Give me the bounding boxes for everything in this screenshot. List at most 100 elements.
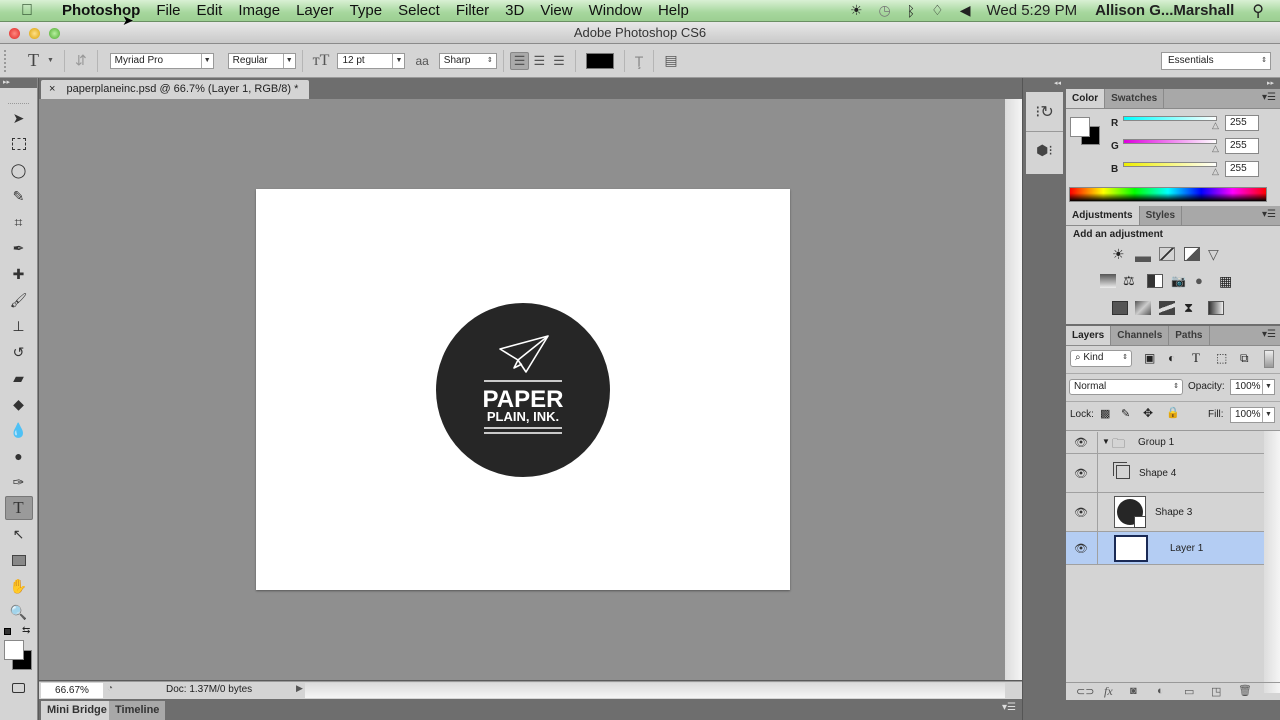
foreground-color-swatch[interactable] — [4, 640, 24, 660]
brightness-status-icon[interactable]: ☀ — [842, 2, 871, 19]
wifi-icon[interactable]: ♢ — [923, 2, 952, 19]
horizontal-scrollbar[interactable] — [305, 683, 1005, 698]
tab-swatches[interactable]: Swatches — [1105, 89, 1165, 108]
delete-layer-icon[interactable]: 🗑 — [1238, 684, 1252, 697]
align-right-button[interactable]: ☰ — [549, 53, 569, 69]
type-tool-preset-icon[interactable]: T — [24, 50, 43, 71]
link-layers-icon[interactable]: ⊂⊃ — [1076, 685, 1094, 698]
filter-smart-object-icon[interactable]: ⧉ — [1240, 351, 1249, 366]
healing-brush-tool-icon[interactable]: ✚ — [5, 262, 33, 286]
swap-colors-icon[interactable]: ⇆ — [22, 625, 30, 636]
time-machine-icon[interactable]: ◷ — [871, 2, 899, 19]
blend-mode-select[interactable]: Normal ⇕ — [1069, 379, 1183, 395]
menu-image[interactable]: Image — [230, 2, 288, 19]
color-spectrum-ramp[interactable] — [1069, 187, 1267, 202]
layer-row-layer-1[interactable]: 👁 Layer 1 — [1066, 532, 1264, 565]
layer-style-fx-icon[interactable]: fx — [1104, 684, 1113, 699]
layer-row-shape-3[interactable]: 👁 Shape 3 — [1066, 493, 1264, 532]
new-adjustment-layer-icon[interactable]: ◐ — [1157, 685, 1164, 697]
exposure-icon[interactable] — [1184, 247, 1200, 261]
panel-menu-icon[interactable]: ▾☰ — [1262, 329, 1276, 340]
new-group-icon[interactable]: ▭ — [1184, 685, 1194, 698]
layer-row-group-1[interactable]: 👁 ▼ 🗀 Group 1 — [1066, 432, 1264, 454]
filter-type-icon[interactable]: T — [1192, 350, 1200, 366]
slider-handle-icon[interactable]: △ — [1212, 120, 1219, 131]
blur-tool-icon[interactable]: 💧 — [5, 418, 33, 442]
layer-row-shape-4[interactable]: 👁 Shape 4 — [1066, 454, 1264, 493]
tab-timeline[interactable]: Timeline — [109, 701, 166, 720]
quick-selection-tool-icon[interactable]: ✎ — [5, 184, 33, 208]
align-left-button[interactable]: ☰ — [509, 51, 530, 70]
channel-b-value[interactable]: 255 — [1225, 161, 1259, 177]
brush-tool-icon[interactable]: 🖌 — [5, 288, 33, 312]
history-panel-icon[interactable]: ⁝↻ — [1026, 92, 1063, 132]
foreground-color-chip[interactable] — [1070, 117, 1090, 137]
lasso-tool-icon[interactable]: ◯ — [5, 158, 33, 182]
toolbox-grip[interactable] — [8, 88, 29, 104]
posterize-icon[interactable] — [1135, 301, 1151, 315]
lock-position-icon[interactable]: ✥ — [1143, 406, 1153, 420]
path-selection-tool-icon[interactable]: ↖ — [5, 522, 33, 546]
slider-handle-icon[interactable]: △ — [1212, 166, 1219, 177]
close-document-icon[interactable]: × — [49, 83, 55, 95]
document-tab[interactable]: × paperplaneinc.psd @ 66.7% (Layer 1, RG… — [41, 80, 309, 99]
vibrance-icon[interactable]: ▽ — [1208, 247, 1224, 261]
selective-color-icon[interactable] — [1208, 301, 1224, 315]
close-window-button[interactable] — [9, 28, 20, 39]
opacity-field[interactable]: 100% ▼ — [1230, 379, 1275, 395]
default-colors-icon[interactable] — [4, 628, 11, 635]
filter-pixel-icon[interactable]: ▣ — [1144, 351, 1155, 365]
spotlight-search-icon[interactable]: ⚲ — [1244, 1, 1280, 21]
channel-mixer-icon[interactable]: ● — [1195, 274, 1211, 288]
visibility-eye-icon[interactable]: 👁 — [1074, 506, 1088, 519]
eraser-tool-icon[interactable]: ▰ — [5, 366, 33, 390]
document-canvas[interactable]: PAPER PLAIN, INK. — [256, 189, 790, 590]
tab-mini-bridge[interactable]: Mini Bridge — [41, 701, 113, 720]
user-name[interactable]: Allison G...Marshall — [1085, 2, 1244, 19]
channel-g-slider[interactable] — [1123, 139, 1217, 144]
expand-panels-icon[interactable]: ▸▸ — [1267, 79, 1274, 87]
zoom-tool-icon[interactable]: 🔍 — [5, 600, 33, 624]
channel-r-slider[interactable] — [1123, 116, 1217, 121]
marquee-tool-icon[interactable] — [5, 132, 33, 156]
minimize-window-button[interactable] — [29, 28, 40, 39]
status-menu-arrow-icon[interactable]: ▶ — [296, 683, 303, 694]
options-grip[interactable] — [4, 49, 10, 72]
channel-g-value[interactable]: 255 — [1225, 138, 1259, 154]
black-white-icon[interactable] — [1147, 274, 1163, 288]
panel-menu-icon[interactable]: ▾☰ — [1262, 92, 1276, 103]
invert-icon[interactable] — [1112, 301, 1128, 315]
menu-view[interactable]: View — [532, 2, 580, 19]
text-color-swatch[interactable] — [585, 52, 614, 69]
zoom-window-button[interactable] — [49, 28, 60, 39]
quick-mask-icon[interactable] — [5, 676, 33, 700]
panel-menu-icon[interactable]: ▾☰ — [1262, 209, 1276, 220]
font-style-select[interactable]: Regular ▼ — [227, 52, 296, 69]
font-size-select[interactable]: 12 pt ▼ — [337, 52, 406, 69]
fill-field[interactable]: 100% ▼ — [1230, 407, 1275, 423]
lock-all-icon[interactable]: 🔒 — [1166, 406, 1180, 419]
status-info-icon[interactable]: ◔ — [107, 683, 113, 694]
character-paragraph-panel-icon[interactable]: ▤ — [660, 52, 681, 69]
add-mask-icon[interactable]: ◙ — [1130, 685, 1137, 697]
menu-filter[interactable]: Filter — [448, 2, 497, 19]
slider-handle-icon[interactable]: △ — [1212, 143, 1219, 154]
disclosure-triangle-icon[interactable]: ▼ — [1102, 437, 1110, 446]
visibility-eye-icon[interactable]: 👁 — [1074, 467, 1088, 480]
menu-edit[interactable]: Edit — [189, 2, 231, 19]
type-tool-icon[interactable]: T — [4, 496, 33, 520]
pen-tool-icon[interactable]: ✑ — [5, 470, 33, 494]
menu-select[interactable]: Select — [390, 2, 448, 19]
clock[interactable]: Wed 5:29 PM — [978, 2, 1085, 19]
menu-3d[interactable]: 3D — [497, 2, 532, 19]
3d-panel-icon[interactable]: ⬢⁝ — [1026, 132, 1063, 172]
levels-icon[interactable] — [1135, 248, 1151, 262]
crop-tool-icon[interactable]: ⌗ — [5, 210, 33, 234]
font-family-select[interactable]: Myriad Pro ▼ — [109, 52, 214, 69]
menu-file[interactable]: File — [148, 2, 188, 19]
tab-paths[interactable]: Paths — [1169, 326, 1210, 345]
menu-help[interactable]: Help — [650, 2, 697, 19]
hand-tool-icon[interactable]: ✋ — [5, 574, 33, 598]
zoom-level-field[interactable]: 66.67% — [41, 683, 103, 698]
tab-channels[interactable]: Channels — [1111, 326, 1170, 345]
